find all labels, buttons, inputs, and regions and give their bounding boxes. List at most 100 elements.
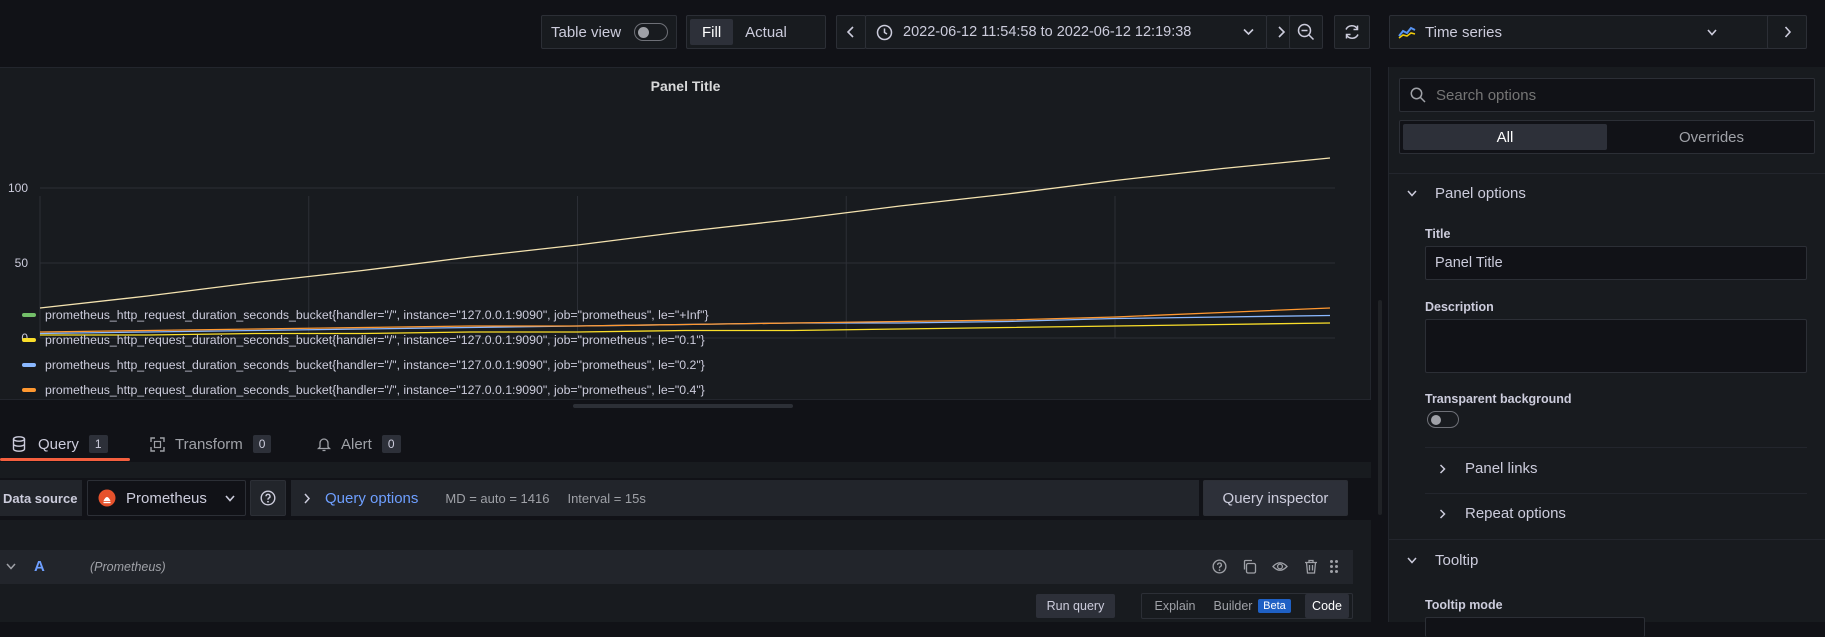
- tooltip-mode-control[interactable]: [1425, 617, 1645, 637]
- legend-item[interactable]: prometheus_http_request_duration_seconds…: [22, 383, 705, 397]
- data-source-help-button[interactable]: [250, 480, 286, 516]
- alert-count-badge: 0: [381, 435, 401, 453]
- trash-icon[interactable]: [1304, 559, 1318, 574]
- refresh-button[interactable]: [1334, 15, 1370, 49]
- legend-label: prometheus_http_request_duration_seconds…: [45, 333, 705, 347]
- visualization-picker[interactable]: Time series: [1389, 15, 1770, 49]
- explain-toggle[interactable]: Explain: [1150, 594, 1200, 618]
- y-tick-label: 50: [15, 256, 29, 270]
- transform-icon: [150, 436, 165, 452]
- query-options-bar[interactable]: Query options MD = auto = 1416 Interval …: [291, 480, 1199, 516]
- min-interval: Interval = 15s: [567, 490, 646, 506]
- chevron-down-icon: [1707, 28, 1717, 36]
- question-circle-icon: [260, 490, 276, 506]
- query-options-row: Data source Prometheus Query options MD …: [0, 478, 1371, 520]
- legend-item[interactable]: prometheus_http_request_duration_seconds…: [22, 358, 705, 372]
- tooltip-mode-label: Tooltip mode: [1425, 598, 1503, 612]
- drag-handle-icon[interactable]: [1329, 559, 1339, 574]
- query-count-badge: 1: [88, 435, 108, 453]
- transform-count-badge: 0: [252, 435, 272, 453]
- tab-alert-label: Alert: [341, 435, 372, 453]
- zoom-out-button[interactable]: [1289, 15, 1323, 49]
- code-mode-button[interactable]: Code: [1305, 594, 1349, 618]
- tab-alert[interactable]: Alert 0: [317, 428, 401, 460]
- tab-all-options[interactable]: All: [1403, 124, 1607, 150]
- repeat-options-header[interactable]: Repeat options: [1439, 505, 1566, 522]
- data-source-name: Prometheus: [126, 489, 207, 507]
- legend-label: prometheus_http_request_duration_seconds…: [45, 358, 705, 372]
- chevron-down-icon: [1407, 557, 1417, 564]
- legend-item[interactable]: prometheus_http_request_duration_seconds…: [22, 333, 705, 347]
- legend-label: prometheus_http_request_duration_seconds…: [45, 383, 705, 397]
- chevron-down-icon[interactable]: [6, 563, 16, 570]
- panel-options-header[interactable]: Panel options: [1407, 185, 1526, 202]
- chevron-right-icon: [1439, 463, 1446, 474]
- legend-swatch: [22, 313, 36, 317]
- description-field-label: Description: [1425, 300, 1494, 314]
- time-range-picker[interactable]: 2022-06-12 11:54:58 to 2022-06-12 12:19:…: [865, 15, 1267, 49]
- tooltip-header[interactable]: Tooltip: [1407, 552, 1478, 569]
- divider: [1425, 493, 1807, 494]
- copy-icon[interactable]: [1242, 559, 1257, 574]
- vertical-scrollbar[interactable]: [1378, 300, 1382, 515]
- table-view-label: Table view: [551, 23, 622, 41]
- panel-options-label: Panel options: [1435, 185, 1526, 202]
- query-inspector-button[interactable]: Query inspector: [1203, 480, 1348, 516]
- query-row-a: A (Prometheus): [0, 550, 1353, 584]
- divider: [1389, 539, 1825, 540]
- query-ref-id[interactable]: A: [34, 558, 45, 575]
- switch-knob: [1431, 414, 1441, 425]
- tab-query-label: Query: [38, 435, 79, 453]
- panel-links-header[interactable]: Panel links: [1439, 460, 1538, 477]
- tab-transform[interactable]: Transform 0: [150, 428, 272, 460]
- refresh-icon: [1345, 25, 1359, 39]
- question-circle-icon[interactable]: [1212, 559, 1227, 574]
- active-tab-indicator: [0, 458, 130, 461]
- search-options-input[interactable]: [1436, 86, 1796, 104]
- query-datasource-hint: (Prometheus): [90, 560, 166, 574]
- fill-button[interactable]: Fill: [690, 19, 734, 45]
- divider: [1389, 173, 1825, 174]
- chevron-right-icon: [1784, 26, 1791, 38]
- description-textarea[interactable]: [1425, 319, 1807, 373]
- database-icon: [12, 436, 26, 452]
- panel-links-label: Panel links: [1465, 460, 1538, 477]
- title-input[interactable]: Panel Title: [1425, 246, 1807, 280]
- x-tick-label: 12:05: [562, 347, 592, 348]
- legend-item[interactable]: prometheus_http_request_duration_seconds…: [22, 308, 709, 322]
- table-view-switch[interactable]: [634, 23, 668, 41]
- query-options-label[interactable]: Query options: [325, 490, 418, 507]
- table-view-toggle[interactable]: Table view: [541, 15, 677, 49]
- time-back-button[interactable]: [836, 15, 866, 49]
- bell-icon: [317, 437, 331, 451]
- legend-swatch: [22, 363, 36, 367]
- run-query-button[interactable]: Run query: [1036, 594, 1115, 618]
- builder-mode-button[interactable]: Builder: [1210, 594, 1256, 618]
- tab-query[interactable]: Query 1: [12, 428, 108, 460]
- divider: [1425, 447, 1807, 448]
- search-options-field[interactable]: [1399, 78, 1815, 112]
- max-data-points: MD = auto = 1416: [445, 490, 550, 506]
- panel-preview: Panel Title 05010011:5512:0012:0512:1012…: [0, 67, 1371, 400]
- y-tick-label: 100: [8, 181, 28, 195]
- series-line: [39, 157, 1331, 309]
- transparent-bg-label: Transparent background: [1425, 392, 1572, 406]
- legend-swatch: [22, 388, 36, 392]
- time-range-text: 2022-06-12 11:54:58 to 2022-06-12 12:19:…: [903, 24, 1192, 40]
- actual-button[interactable]: Actual: [733, 19, 799, 45]
- data-source-picker[interactable]: Prometheus: [87, 480, 246, 516]
- resize-handle[interactable]: [573, 404, 793, 408]
- eye-icon[interactable]: [1272, 560, 1288, 573]
- repeat-options-label: Repeat options: [1465, 505, 1566, 522]
- tab-overrides[interactable]: Overrides: [1610, 124, 1813, 150]
- chevron-left-icon: [846, 26, 854, 38]
- options-view-switch: All Overrides: [1399, 120, 1815, 154]
- transparent-bg-switch[interactable]: [1427, 411, 1459, 428]
- editor-mode-switch: Explain Builder Beta Code: [1141, 593, 1353, 619]
- fill-actual-switch: Fill Actual: [686, 15, 826, 49]
- x-tick-label: 12:10: [831, 347, 861, 348]
- beta-badge: Beta: [1258, 599, 1291, 613]
- collapse-options-button[interactable]: [1767, 15, 1807, 49]
- chevron-right-icon: [1439, 508, 1446, 519]
- chevron-down-icon: [225, 494, 235, 502]
